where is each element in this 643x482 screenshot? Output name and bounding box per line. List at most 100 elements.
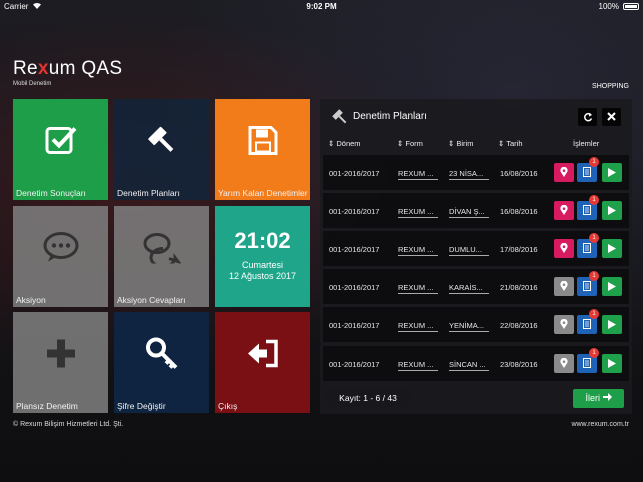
notification-badge: 1 [589,309,599,319]
start-audit-button[interactable] [602,277,622,296]
cell-birim[interactable]: YENİMA... [449,321,489,332]
location-button[interactable] [554,315,574,334]
status-bar: Carrier 9:02 PM 100% [0,0,643,13]
cell-form[interactable]: REXUM ... [398,360,438,371]
document-button[interactable]: 1 [577,271,599,296]
cell-tarih: 16/08/2016 [500,207,538,216]
app-subtitle: Mobil Denetim [13,81,52,87]
document-button[interactable]: 1 [577,157,599,182]
tile-cikis[interactable]: Çıkış [215,312,310,413]
document-button[interactable]: 1 [577,348,599,373]
start-audit-button[interactable] [602,163,622,182]
map-marker-icon [560,316,568,334]
document-icon [583,240,591,258]
cell-birim[interactable]: DİVAN Ş... [449,207,489,218]
brand: Rexum QAS Mobil Denetim [13,58,122,87]
tile-label: Aksiyon Cevapları [117,295,186,305]
location-button[interactable] [554,201,574,220]
cell-birim[interactable]: SİNCAN ... [449,360,489,371]
cell-donem: 001-2016/2017 [329,321,380,330]
tile-label: Aksiyon [16,295,46,305]
cell-form[interactable]: REXUM ... [398,283,438,294]
location-button[interactable] [554,239,574,258]
document-icon [583,202,591,220]
start-audit-button[interactable] [602,315,622,334]
column-header-tarih[interactable]: ⇕ Tarih [498,139,523,148]
battery-percent: 100% [598,2,619,11]
tile-denetim-sonuclari[interactable]: Denetim Sonuçları [13,99,108,200]
start-audit-button[interactable] [602,354,622,373]
tile-label: Yarım Kalan Denetimler [218,188,308,198]
cell-donem: 001-2016/2017 [329,207,380,216]
panel-title: Denetim Planları [353,111,427,122]
cell-tarih: 23/08/2016 [500,360,538,369]
tile-label: Denetim Planları [117,188,180,198]
map-marker-icon [560,240,568,258]
play-icon [608,355,616,373]
notification-badge: 1 [589,195,599,205]
document-icon [583,278,591,296]
tile-sifre-degistir[interactable]: Şifre Değiştir [114,312,209,413]
tile-yarim-kalan[interactable]: Yarım Kalan Denetimler [215,99,310,200]
cell-birim[interactable]: DUMLU... [449,245,489,256]
document-icon [583,164,591,182]
table-row[interactable]: 001-2016/2017 REXUM ... DİVAN Ş... 16/08/20… [323,193,629,228]
play-icon [608,316,616,334]
close-icon [607,112,616,121]
tile-denetim-planlari[interactable]: Denetim Planları [114,99,209,200]
notification-badge: 1 [589,233,599,243]
cell-form[interactable]: REXUM ... [398,207,438,218]
refresh-button[interactable] [578,108,597,126]
map-marker-icon [560,202,568,220]
table-row[interactable]: 001-2016/2017 REXUM ... SİNCAN ... 23/08/20… [323,346,629,381]
close-button[interactable] [602,108,621,126]
panel-header: Denetim Planları [320,99,632,135]
location-button[interactable] [554,277,574,296]
battery-icon [623,3,639,10]
cell-tarih: 21/08/2016 [500,283,538,292]
clock-day: Cumartesi [241,260,283,270]
document-button[interactable]: 1 [577,195,599,220]
document-button[interactable]: 1 [577,309,599,334]
cell-birim[interactable]: KARAİS... [449,283,489,294]
location-button[interactable] [554,354,574,373]
cell-form[interactable]: REXUM ... [398,245,438,256]
document-button[interactable]: 1 [577,233,599,258]
next-page-button[interactable]: İleri [573,389,624,408]
location-button[interactable] [554,163,574,182]
cell-form[interactable]: REXUM ... [398,321,438,332]
website-link[interactable]: www.rexum.com.tr [571,421,629,428]
start-audit-button[interactable] [602,201,622,220]
table-row[interactable]: 001-2016/2017 REXUM ... DUMLU... 17/08/2016… [323,231,629,266]
notification-badge: 1 [589,348,599,358]
column-header-donem[interactable]: ⇕ Dönem [328,139,361,148]
record-count: Kayıt: 1 - 6 / 43 [326,389,410,407]
speech-bubble-icon [43,232,79,269]
column-header-birim[interactable]: ⇕ Birim [448,139,473,148]
chat-bubbles-icon [143,232,182,269]
tile-aksiyon-cevaplari[interactable]: Aksiyon Cevapları [114,206,209,307]
tile-label: Çıkış [218,401,238,411]
map-marker-icon [560,355,568,373]
copyright-text: © Rexum Bilişim Hizmetleri Ltd. Şti. [13,421,124,428]
table-row[interactable]: 001-2016/2017 REXUM ... KARAİS... 21/08/201… [323,269,629,304]
start-audit-button[interactable] [602,239,622,258]
cell-tarih: 22/08/2016 [500,321,538,330]
checkbox-icon [44,124,78,163]
play-icon [608,278,616,296]
tile-plansiz-denetim[interactable]: Plansız Denetim [13,312,108,413]
shopping-label: SHOPPING [592,83,629,90]
notification-badge: 1 [589,271,599,281]
cell-birim[interactable]: 23 NİSA... [449,169,489,180]
play-icon [608,164,616,182]
cell-form[interactable]: REXUM ... [398,169,438,180]
gavel-icon [145,124,179,163]
app-logo: Rexum QAS [13,58,123,79]
table-row[interactable]: 001-2016/2017 REXUM ... YENİMA... 22/08/201… [323,307,629,342]
clock-date: 12 Ağustos 2017 [228,271,297,281]
column-header-form[interactable]: ⇕ Form [397,139,423,148]
play-icon [608,240,616,258]
cell-donem: 001-2016/2017 [329,283,380,292]
table-row[interactable]: 001-2016/2017 REXUM ... 23 NİSA... 16/08/20… [323,155,629,190]
tile-aksiyon[interactable]: Aksiyon [13,206,108,307]
